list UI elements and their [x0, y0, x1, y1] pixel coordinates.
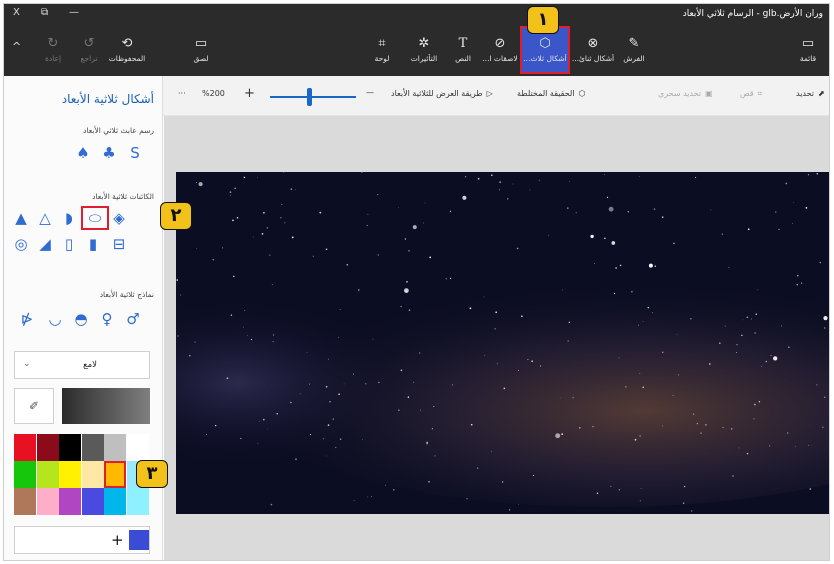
canvas-button[interactable]: ⌗ لوحة — [359, 28, 405, 72]
menu-icon: ▭ — [801, 36, 815, 51]
doodle-section-label: رسم عابث ثلاثي الأبعاد — [83, 126, 154, 135]
crop-button[interactable]: ⌗قص — [740, 89, 762, 99]
history-icon: ⟲ — [121, 36, 133, 51]
finish-dropdown[interactable]: ⌄ لامع — [14, 351, 150, 379]
pointer-icon: ⬈ — [818, 89, 825, 98]
color-swatch[interactable] — [36, 461, 59, 488]
ribbon: ^ ↻ إعادة ↺ تراجع ⟲ المحفوظات ▭ لصق ⌗ لو… — [4, 26, 829, 76]
objects-section-label: الكائنات ثلاثية الأبعاد — [92, 192, 154, 201]
select-button[interactable]: ⬈تحديد — [796, 89, 825, 98]
current-color-swatch[interactable] — [129, 530, 149, 550]
window-title: وران الأرض.glb - الرسام ثلاثي الأبعاد — [682, 9, 823, 19]
view3d-icon: ▷ — [486, 89, 493, 98]
color-swatch[interactable] — [14, 488, 36, 515]
space-image — [176, 172, 829, 514]
capsule-icon[interactable]: ◗ — [60, 209, 78, 227]
color-swatch[interactable] — [36, 488, 59, 515]
title-bar: X ⧉ — وران الأرض.glb - الرسام ثلاثي الأب… — [4, 4, 829, 26]
donut-icon[interactable]: ◎ — [12, 235, 30, 253]
zoom-out-button[interactable]: — — [366, 88, 374, 97]
color-swatch[interactable] — [104, 434, 127, 461]
mixed-reality-icon: ⬡ — [578, 89, 586, 98]
wedge-icon[interactable]: ◢ — [36, 235, 54, 253]
sticker-icon: ⊘ — [494, 36, 506, 51]
eyedropper-button[interactable]: ✐ — [14, 388, 54, 424]
fish-model-icon[interactable]: ⋫ — [18, 310, 36, 328]
paste-icon: ▭ — [194, 36, 208, 51]
models-section-label: نماذج ثلاثية الأبعاد — [99, 290, 154, 299]
shapes3d-panel: أشكال ثلاثية الأبعاد رسم عابث ثلاثي الأب… — [4, 76, 163, 560]
paint3d-window: X ⧉ — وران الأرض.glb - الرسام ثلاثي الأب… — [3, 3, 830, 561]
color-swatch[interactable] — [14, 434, 36, 461]
panel-title: أشكال ثلاثية الأبعاد — [61, 92, 154, 106]
eyedropper-icon: ✐ — [28, 399, 40, 413]
sharp-doodle-icon[interactable]: ♠ — [74, 144, 92, 162]
cat-model-icon[interactable]: ◡ — [46, 310, 64, 328]
zoom-in-button[interactable]: + — [244, 86, 255, 101]
color-swatch[interactable] — [104, 488, 127, 515]
zoom-percentage[interactable]: %200 — [202, 89, 225, 98]
color-swatch[interactable] — [81, 434, 104, 461]
color-swatch[interactable] — [104, 461, 127, 488]
magic-select-button[interactable]: ▣تحديد سحري — [658, 89, 713, 98]
chevron-down-icon: ⌄ — [23, 359, 31, 369]
annotation-badge-2: ٢ — [160, 202, 192, 230]
color-swatch[interactable] — [127, 488, 149, 515]
restore-icon[interactable]: ⧉ — [41, 7, 48, 18]
color-swatch[interactable] — [59, 461, 82, 488]
brush-icon: ✎ — [628, 36, 640, 51]
finish-value: لامع — [83, 360, 97, 370]
history-button[interactable]: ⟲ المحفوظات — [104, 28, 150, 72]
color-swatch[interactable] — [81, 461, 104, 488]
sphere-icon[interactable]: ⬭ — [81, 206, 109, 230]
tube-doodle-icon[interactable]: S — [126, 144, 144, 162]
man-model-icon[interactable]: ♂ — [124, 310, 142, 328]
cube-icon: ⬡ — [539, 36, 551, 51]
cube-shape-icon[interactable]: ◈ — [110, 209, 128, 227]
magic-select-icon: ▣ — [705, 89, 713, 98]
shapes2d-icon: ⊗ — [587, 36, 599, 51]
pill-icon[interactable]: ▯ — [60, 235, 78, 253]
color-swatch[interactable] — [59, 488, 82, 515]
cone-icon[interactable]: ▲ — [12, 209, 30, 227]
collapse-icon[interactable]: ^ — [12, 40, 21, 53]
soft-doodle-icon[interactable]: ♣ — [100, 144, 118, 162]
canvas-icon: ⌗ — [378, 36, 386, 51]
paste-button[interactable]: ▭ لصق — [183, 28, 219, 72]
zoom-slider-thumb[interactable] — [306, 88, 312, 106]
mixed-reality-button[interactable]: ⬡الحقيقة المختلطة — [517, 89, 586, 98]
annotation-badge-3: ٣ — [136, 460, 168, 488]
zoom-slider[interactable] — [270, 96, 356, 98]
minimize-icon[interactable]: — — [69, 7, 79, 18]
woman-model-icon[interactable]: ♀ — [98, 310, 116, 328]
tube-icon[interactable]: ▮ — [84, 235, 102, 253]
canvas-area[interactable] — [164, 116, 829, 560]
menu-button[interactable]: ▭ قائمة — [786, 28, 829, 72]
stickers-button[interactable]: ⊘ لاصقات ا... — [477, 28, 523, 72]
color-swatch[interactable] — [14, 461, 36, 488]
brushes-button[interactable]: ✎ الفرش — [611, 28, 657, 72]
shapes3d-button[interactable]: ⬡ أشكال ثلاث... — [520, 26, 570, 74]
color-swatch[interactable] — [127, 434, 149, 461]
cylinder-icon[interactable]: ⊟ — [110, 235, 128, 253]
annotation-badge-1: ١ — [527, 6, 559, 34]
add-color-button[interactable]: + — [111, 531, 124, 549]
view3d-button[interactable]: ▷طريقة العرض للثلاثية الأبعاد — [391, 89, 493, 98]
close-icon[interactable]: X — [13, 7, 20, 18]
pyramid-icon[interactable]: △ — [36, 209, 54, 227]
color-swatch[interactable] — [59, 434, 82, 461]
color-gradient-preview[interactable] — [62, 388, 150, 424]
color-swatch[interactable] — [36, 434, 59, 461]
shapes2d-button[interactable]: ⊗ أشكال ثنائ... — [570, 28, 616, 72]
color-swatch[interactable] — [81, 488, 104, 515]
custom-color-row: + — [14, 526, 150, 554]
more-button[interactable]: ··· — [178, 89, 186, 98]
dog-model-icon[interactable]: ◓ — [72, 310, 90, 328]
crop-icon: ⌗ — [757, 89, 763, 98]
